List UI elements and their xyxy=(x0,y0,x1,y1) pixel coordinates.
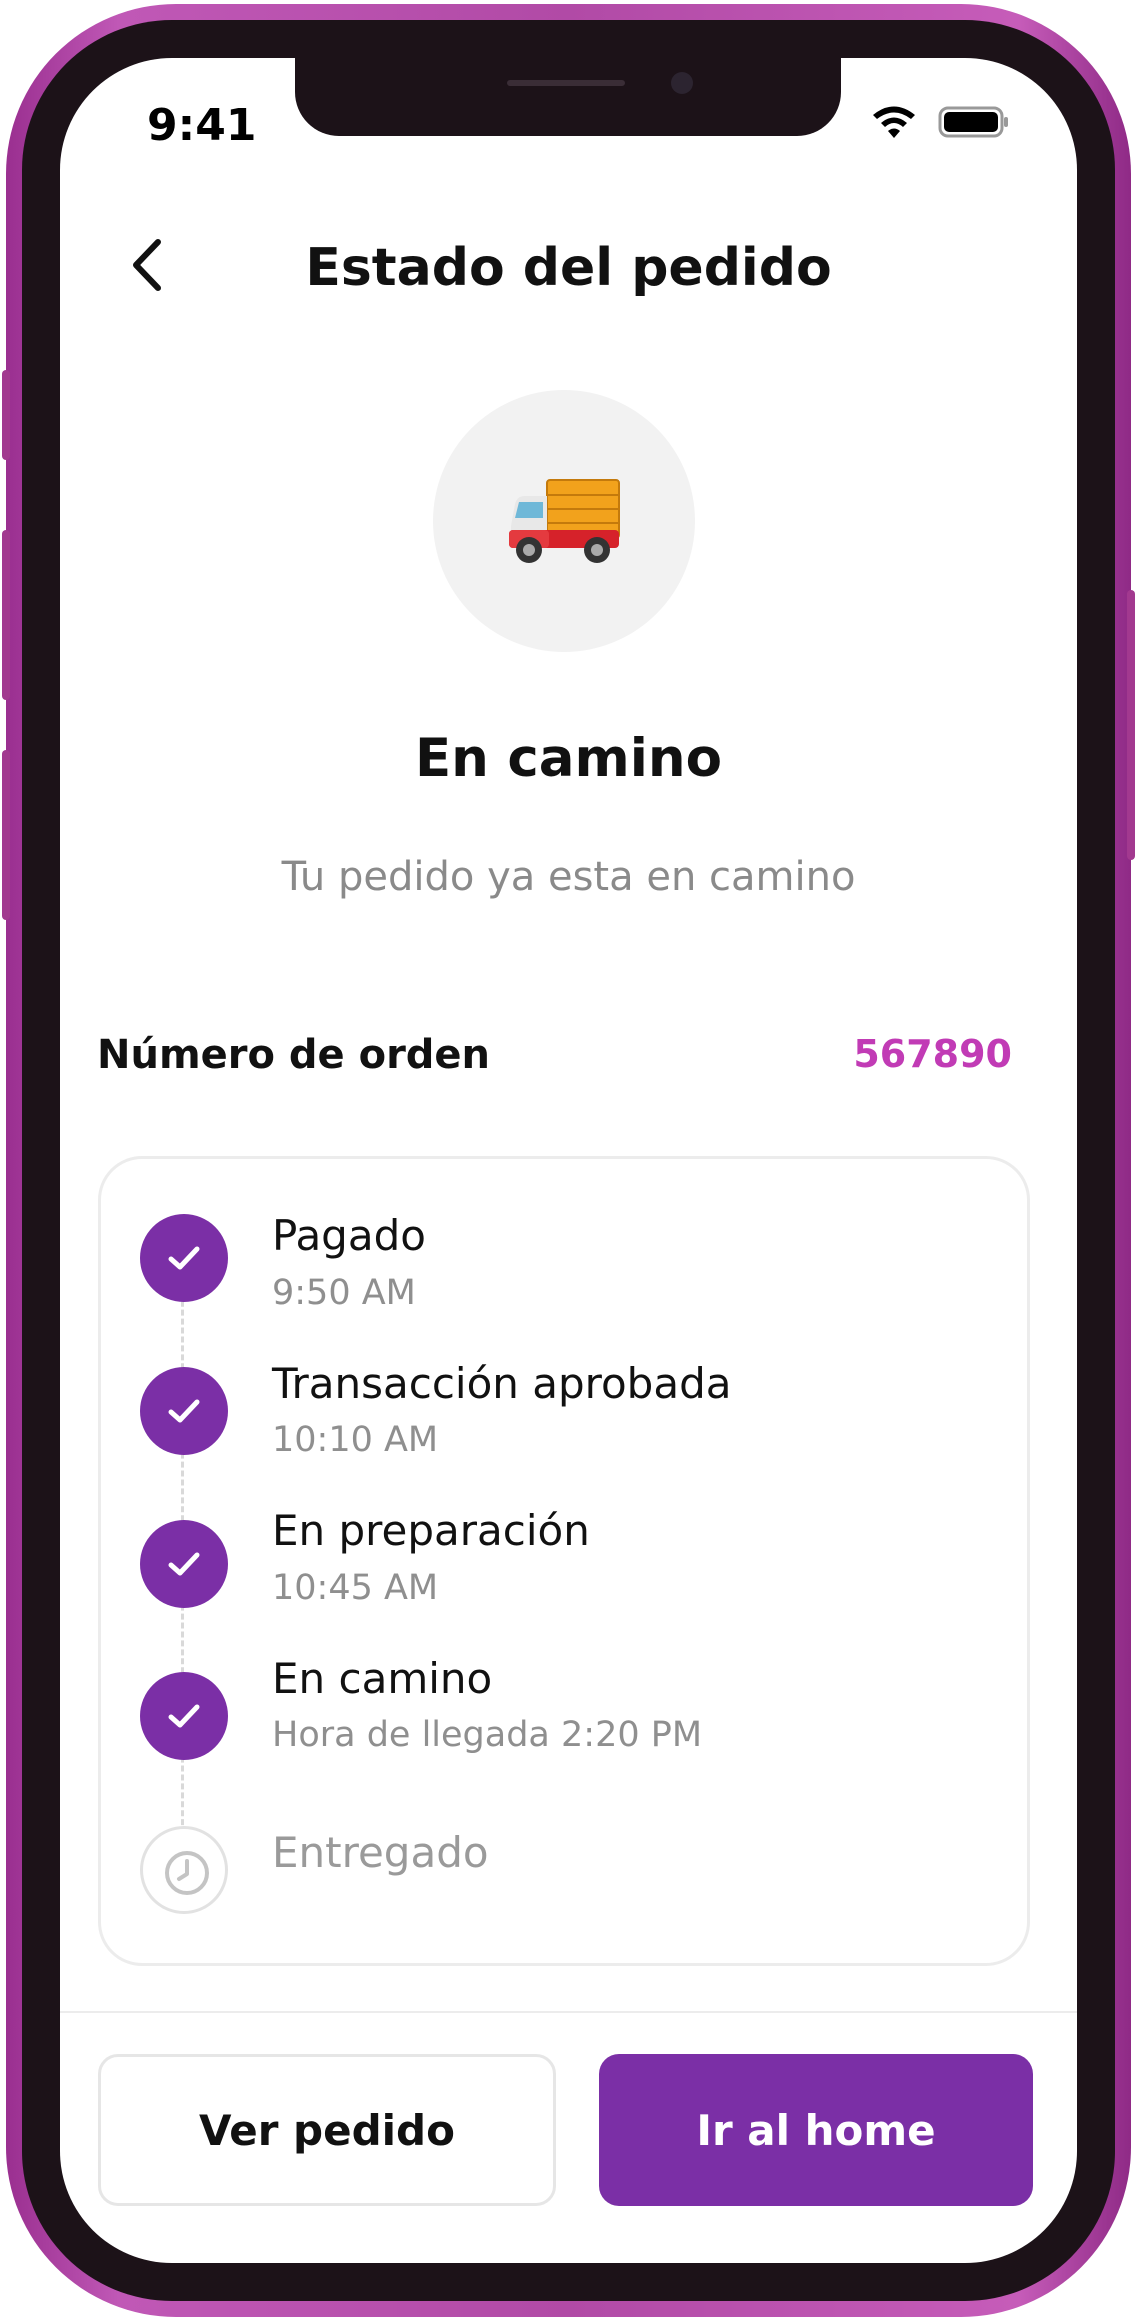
phone-power-button xyxy=(1127,590,1135,860)
order-number-label: Número de orden xyxy=(97,1032,491,1078)
timeline-card xyxy=(98,1156,1030,1966)
phone-volume-up xyxy=(2,530,10,700)
timeline-step-title: Entregado xyxy=(272,1828,489,1877)
order-number-value: 567890 xyxy=(853,1032,1012,1076)
notch xyxy=(295,58,841,136)
timeline-step-title: En camino xyxy=(272,1654,493,1703)
page-title: Estado del pedido xyxy=(305,238,832,298)
check-icon xyxy=(140,1520,228,1608)
front-camera xyxy=(671,72,693,94)
phone-volume-down xyxy=(2,750,10,920)
status-subtitle: Tu pedido ya esta en camino xyxy=(281,854,856,900)
clock-icon xyxy=(140,1826,228,1914)
status-time: 9:41 xyxy=(147,100,257,151)
battery-icon xyxy=(938,106,1008,138)
phone-side-button xyxy=(2,370,10,460)
go-home-button[interactable]: Ir al home xyxy=(599,2054,1033,2206)
timeline-step-title: Transacción aprobada xyxy=(272,1359,732,1408)
check-icon xyxy=(140,1214,228,1302)
status-icon-circle xyxy=(433,390,695,652)
bottom-divider xyxy=(60,2011,1077,2013)
timeline-step-time: Hora de llegada 2:20 PM xyxy=(272,1715,703,1755)
speaker xyxy=(507,80,625,86)
check-icon xyxy=(140,1672,228,1760)
timeline-step-title: Pagado xyxy=(272,1211,426,1260)
view-order-button[interactable]: Ver pedido xyxy=(98,2054,556,2206)
app-screen: 9:41 Estado del pedido En camino Tu pedi… xyxy=(60,58,1077,2263)
timeline-step-title: En preparación xyxy=(272,1506,590,1555)
status-title: En camino xyxy=(414,728,723,789)
timeline-step-time: 10:10 AM xyxy=(272,1420,439,1460)
delivery-truck-icon xyxy=(509,479,620,563)
timeline-step-time: 10:45 AM xyxy=(272,1568,439,1608)
check-icon xyxy=(140,1367,228,1455)
wifi-icon xyxy=(873,106,915,138)
timeline-step-time: 9:50 AM xyxy=(272,1273,416,1313)
